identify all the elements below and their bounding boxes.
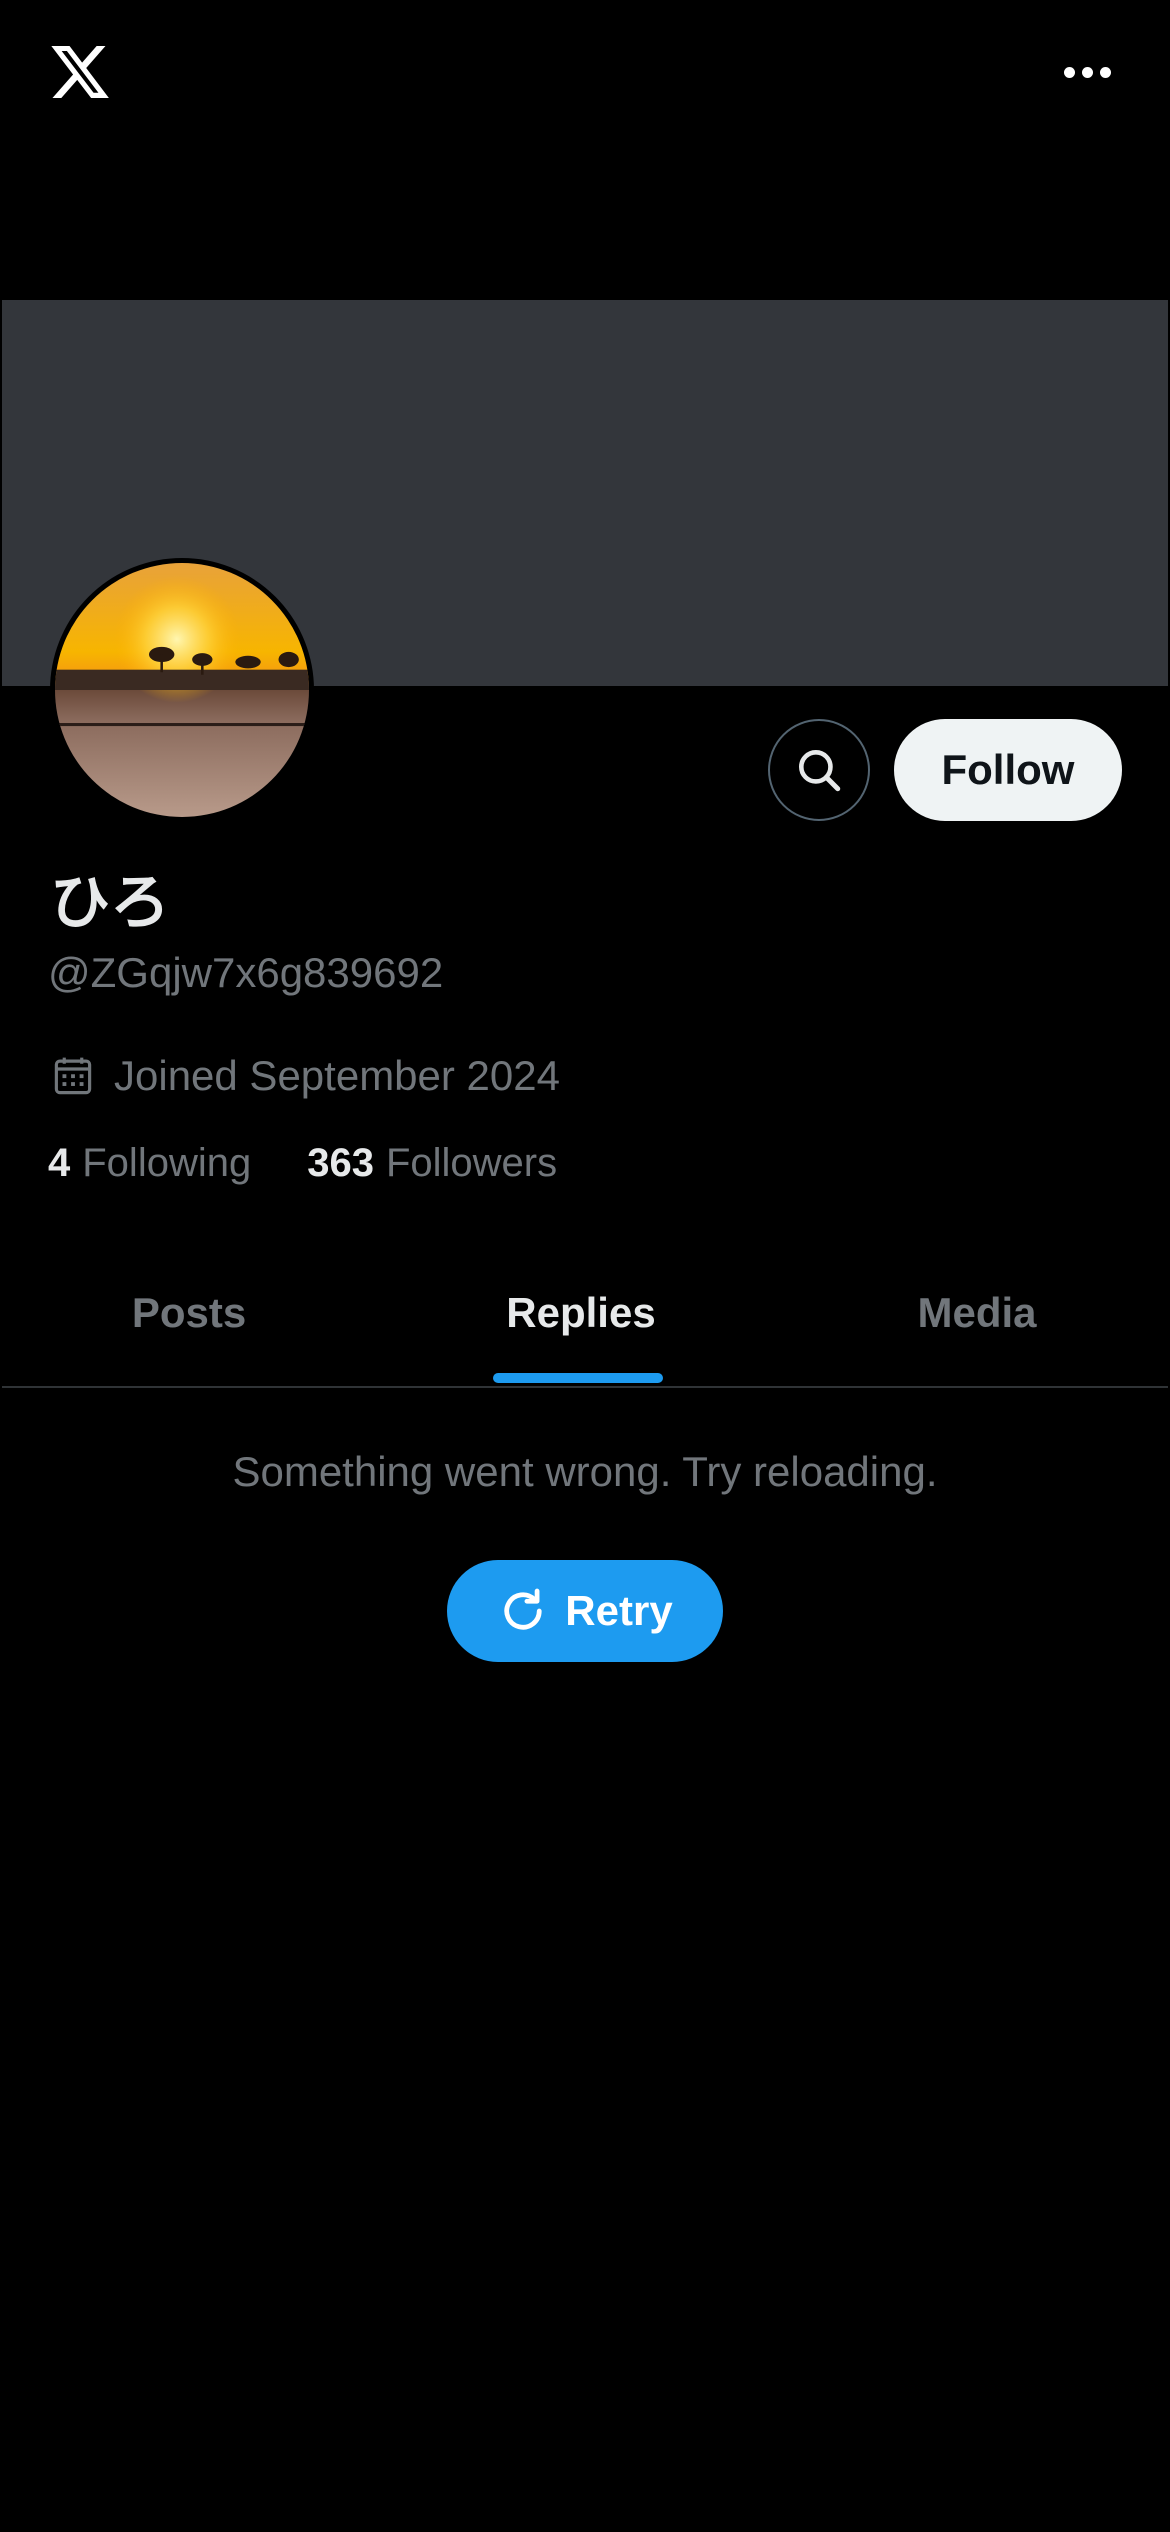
x-logo-icon[interactable] (46, 40, 114, 104)
tab-replies[interactable]: Replies (376, 1240, 786, 1386)
retry-button[interactable]: Retry (447, 1560, 723, 1662)
following-count: 4 (48, 1140, 71, 1185)
top-bar (0, 0, 1170, 300)
display-name: ひろ (50, 869, 170, 936)
retry-label: Retry (565, 1587, 673, 1634)
user-handle: @ZGqjw7x6g839692 (48, 949, 444, 996)
followers-count: 363 (307, 1140, 374, 1185)
following-link[interactable]: 4 Following (48, 1141, 251, 1186)
tab-posts[interactable]: Posts (2, 1240, 376, 1386)
follow-button[interactable]: Follow (894, 719, 1122, 821)
follow-stats: 4 Following 363 Followers (48, 1135, 557, 1191)
followers-link[interactable]: 363 Followers (307, 1141, 557, 1186)
tab-media[interactable]: Media (786, 1240, 1168, 1386)
following-label: Following (82, 1140, 252, 1185)
search-button[interactable] (768, 719, 870, 821)
more-options-icon[interactable] (1052, 52, 1122, 92)
joined-date: Joined September 2024 (52, 1048, 560, 1104)
error-message: Something went wrong. Try reloading. (232, 1448, 938, 1495)
followers-label: Followers (385, 1140, 558, 1185)
calendar-icon (54, 1057, 92, 1095)
joined-text: Joined September 2024 (114, 1052, 560, 1099)
search-icon (799, 750, 841, 792)
avatar[interactable] (50, 558, 314, 822)
active-tab-indicator (493, 1373, 663, 1383)
profile-tabs: Posts Replies Media (2, 1240, 1168, 1388)
refresh-icon (504, 1588, 542, 1630)
